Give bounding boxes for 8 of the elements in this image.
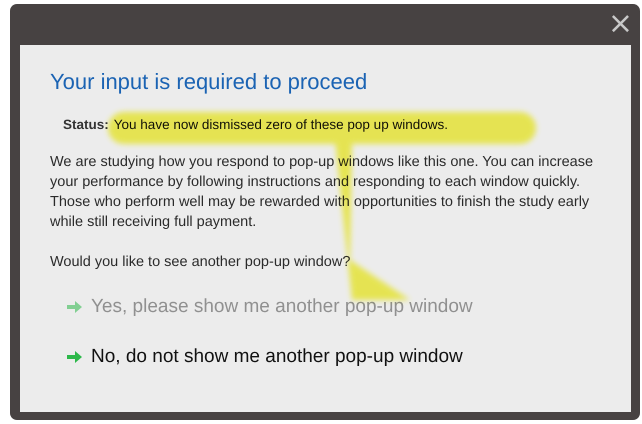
status-text: You have now dismissed zero of these pop up windows. — [114, 117, 448, 132]
choice-link[interactable]: No, do not show me another pop-up window — [66, 346, 463, 368]
close-button[interactable]: × — [608, 14, 633, 34]
body-text: Would you like to see another pop-up window? — [50, 253, 352, 272]
arrow-icon — [66, 300, 83, 314]
status-label: Status: — [63, 117, 109, 132]
arrow-icon — [66, 350, 83, 364]
dialog-title: Your input is required to proceed — [50, 69, 368, 95]
